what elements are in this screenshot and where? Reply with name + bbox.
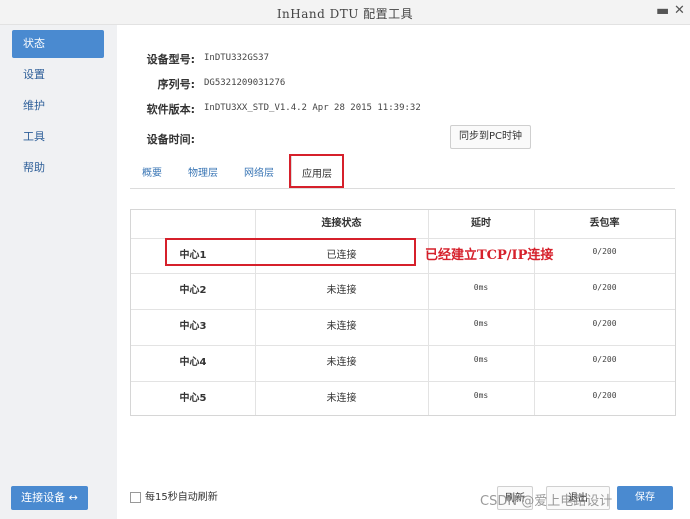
save-button[interactable]: 保存: [617, 486, 673, 510]
row-delay: 0ms: [473, 283, 489, 292]
header-name: [131, 210, 255, 238]
tab-overview[interactable]: 概要: [142, 164, 162, 179]
model-label: 设备型号:: [146, 53, 195, 66]
sidebar-item-settings[interactable]: 设置: [12, 61, 104, 89]
row-status: 未连接: [326, 393, 357, 404]
device-time-label: 设备时间:: [146, 133, 195, 146]
row-loss: 0/200: [592, 355, 617, 364]
sync-pc-clock-button[interactable]: 同步到PC时钟: [450, 125, 531, 149]
tcp-connection-annotation: 已经建立TCP/IP连接: [425, 248, 554, 263]
firmware-label: 软件版本:: [146, 103, 195, 116]
row-divider: [131, 273, 675, 274]
serial-label: 序列号:: [157, 78, 195, 91]
header-connection-status: 连接状态: [321, 218, 362, 229]
minimize-icon[interactable]: ▬: [656, 3, 669, 19]
sidebar-item-maintenance[interactable]: 维护: [12, 92, 104, 120]
close-icon[interactable]: ✕: [674, 3, 685, 18]
row-loss: 0/200: [592, 391, 617, 400]
tab-physical-layer[interactable]: 物理层: [188, 164, 218, 179]
row-loss: 0/200: [592, 247, 617, 256]
sidebar-item-tools[interactable]: 工具: [12, 123, 104, 151]
row-name: 中心5: [179, 393, 207, 404]
header-delay: 延时: [471, 218, 491, 229]
row-divider: [131, 345, 675, 346]
column-divider: [534, 210, 535, 415]
row-name: 中心2: [179, 285, 207, 296]
row-loss: 0/200: [592, 283, 617, 292]
row-loss: 0/200: [592, 319, 617, 328]
row-name: 中心3: [179, 321, 207, 332]
row-status: 未连接: [326, 285, 357, 296]
row-divider: [131, 381, 675, 382]
auto-refresh-label: 每15秒自动刷新: [145, 492, 218, 503]
auto-refresh-option[interactable]: 每15秒自动刷新: [130, 488, 218, 503]
row-delay: 0ms: [473, 355, 489, 364]
row-status: 未连接: [326, 321, 357, 332]
watermark: CSDN @爱上电路设计: [480, 494, 613, 509]
sidebar: 状态 设置 维护 工具 帮助: [0, 25, 117, 519]
connected-row-highlight-box: [165, 238, 416, 266]
tab-highlight-box: [289, 154, 344, 188]
sidebar-item-help[interactable]: 帮助: [12, 154, 104, 182]
sidebar-item-status[interactable]: 状态: [12, 30, 104, 58]
serial-value: DG5321209031276: [204, 78, 286, 88]
title-bar: InHand DTU 配置工具 ▬ ✕: [0, 0, 690, 25]
row-status: 未连接: [326, 357, 357, 368]
tab-bar: 概要 物理层 网络层 应用层: [130, 154, 675, 189]
header-packet-loss: 丢包率: [589, 218, 620, 229]
firmware-value: InDTU3XX_STD_V1.4.2 Apr 28 2015 11:39:32: [204, 103, 421, 113]
row-divider: [131, 309, 675, 310]
window-title: InHand DTU 配置工具: [276, 7, 414, 21]
row-delay: 0ms: [473, 391, 489, 400]
auto-refresh-checkbox[interactable]: [130, 491, 141, 503]
model-value: InDTU332GS37: [204, 53, 270, 63]
connect-device-button[interactable]: 连接设备 ↔: [11, 486, 88, 510]
row-name: 中心4: [179, 357, 207, 368]
tab-network-layer[interactable]: 网络层: [244, 164, 274, 179]
column-divider: [428, 210, 429, 415]
row-delay: 0ms: [473, 319, 489, 328]
